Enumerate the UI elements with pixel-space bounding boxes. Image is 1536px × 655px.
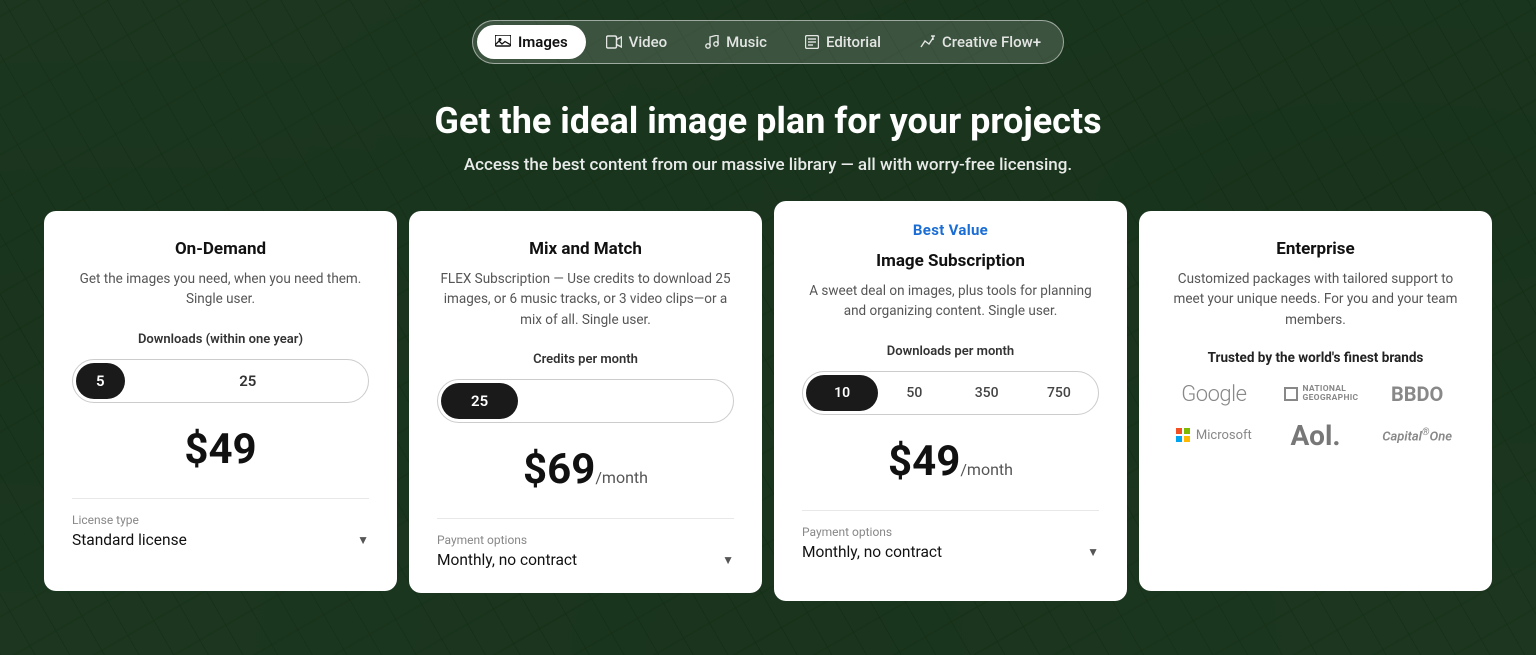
mix-match-desc: FLEX Subscription — Use credits to downl… <box>437 269 734 330</box>
tab-images-label: Images <box>518 33 568 51</box>
on-demand-dropdown-select[interactable]: Standard license ▼ <box>72 531 369 549</box>
plan-on-demand: On-Demand Get the images you need, when … <box>44 211 397 591</box>
image-sub-option-50[interactable]: 50 <box>878 375 950 411</box>
creative-flow-icon <box>919 35 935 49</box>
trusted-label: Trusted by the world's finest brands <box>1167 350 1464 366</box>
brand-capital-one: Capital®One <box>1382 427 1452 444</box>
images-icon <box>495 35 511 49</box>
hero-subtitle: Access the best content from our massive… <box>464 155 1072 175</box>
tab-images[interactable]: Images <box>477 25 586 59</box>
image-sub-selector-label: Downloads per month <box>802 344 1099 359</box>
mix-match-selector[interactable]: 25 <box>437 379 734 423</box>
tab-editorial[interactable]: Editorial <box>787 25 899 59</box>
pricing-cards: On-Demand Get the images you need, when … <box>38 211 1498 601</box>
on-demand-dropdown: License type Standard license ▼ <box>72 498 369 549</box>
mix-match-dropdown-label: Payment options <box>437 533 734 547</box>
image-sub-dropdown-label: Payment options <box>802 525 1099 539</box>
image-sub-selector[interactable]: 10 50 350 750 <box>802 371 1099 415</box>
image-sub-dropdown-arrow: ▼ <box>1087 545 1099 559</box>
page-wrapper: Images Video Music <box>0 0 1536 655</box>
on-demand-option-25[interactable]: 25 <box>128 360 368 402</box>
image-sub-desc: A sweet deal on images, plus tools for p… <box>802 281 1099 322</box>
brand-nat-geo: NATIONAL GEOGRAPHIC <box>1284 385 1346 404</box>
tab-video-label: Video <box>629 33 668 51</box>
brand-bbdo: BBDO <box>1391 382 1443 406</box>
nat-geo-text: NATIONAL GEOGRAPHIC <box>1302 385 1346 404</box>
plan-enterprise: Enterprise Customized packages with tail… <box>1139 211 1492 591</box>
tab-music[interactable]: Music <box>687 25 785 59</box>
tab-music-label: Music <box>726 33 767 51</box>
mix-match-title: Mix and Match <box>437 239 734 259</box>
mix-match-dropdown-select[interactable]: Monthly, no contract ▼ <box>437 551 734 569</box>
plan-mix-and-match: Mix and Match FLEX Subscription — Use cr… <box>409 211 762 593</box>
tab-creative-flow[interactable]: Creative Flow+ <box>901 25 1059 59</box>
music-icon <box>705 35 719 49</box>
image-sub-dropdown-select[interactable]: Monthly, no contract ▼ <box>802 543 1099 561</box>
mix-match-price-period: /month <box>595 468 648 487</box>
image-sub-option-10[interactable]: 10 <box>806 375 878 411</box>
brand-aol: Aol. <box>1291 419 1341 452</box>
ms-grid-icon <box>1176 428 1190 442</box>
mix-match-dropdown-arrow: ▼ <box>722 553 734 567</box>
brand-microsoft: Microsoft <box>1176 428 1252 443</box>
mix-match-price: $69 <box>523 445 595 494</box>
mix-match-payment-value: Monthly, no contract <box>437 551 577 569</box>
on-demand-selector-label: Downloads (within one year) <box>72 332 369 347</box>
on-demand-price: $49 <box>184 425 256 474</box>
on-demand-license-value: Standard license <box>72 531 187 549</box>
on-demand-desc: Get the images you need, when you need t… <box>72 269 369 310</box>
best-value-badge: Best Value <box>802 221 1099 239</box>
mix-match-selector-label: Credits per month <box>437 352 734 367</box>
ms-text: Microsoft <box>1196 428 1252 443</box>
nav-tabs: Images Video Music <box>472 20 1064 64</box>
mix-match-option-25[interactable]: 25 <box>441 383 518 419</box>
nat-geo-box <box>1284 387 1298 401</box>
video-icon <box>606 35 622 49</box>
enterprise-title: Enterprise <box>1167 239 1464 259</box>
on-demand-price-block: $49 <box>72 425 369 474</box>
tab-editorial-label: Editorial <box>826 33 881 51</box>
enterprise-desc: Customized packages with tailored suppor… <box>1167 269 1464 330</box>
image-sub-option-350[interactable]: 350 <box>951 375 1023 411</box>
brand-grid: Google NATIONAL GEOGRAPHIC BBDO Microsof… <box>1167 382 1464 452</box>
hero-title: Get the ideal image plan for your projec… <box>434 100 1101 143</box>
tab-creative-flow-label: Creative Flow+ <box>942 33 1041 51</box>
on-demand-title: On-Demand <box>72 239 369 259</box>
image-sub-price-period: /month <box>960 460 1013 479</box>
mix-match-price-block: $69/month <box>437 445 734 494</box>
image-sub-option-750[interactable]: 750 <box>1023 375 1095 411</box>
on-demand-selector[interactable]: 5 25 <box>72 359 369 403</box>
image-sub-title: Image Subscription <box>802 251 1099 271</box>
image-sub-price: $49 <box>888 437 960 486</box>
on-demand-dropdown-arrow: ▼ <box>357 533 369 547</box>
on-demand-option-5[interactable]: 5 <box>76 363 125 399</box>
editorial-icon <box>805 35 819 49</box>
plan-image-subscription: Best Value Image Subscription A sweet de… <box>774 201 1127 601</box>
image-sub-price-block: $49/month <box>802 437 1099 486</box>
mix-match-dropdown: Payment options Monthly, no contract ▼ <box>437 518 734 569</box>
brand-google: Google <box>1181 382 1246 407</box>
image-sub-payment-value: Monthly, no contract <box>802 543 942 561</box>
image-sub-dropdown: Payment options Monthly, no contract ▼ <box>802 510 1099 561</box>
on-demand-dropdown-label: License type <box>72 513 369 527</box>
tab-video[interactable]: Video <box>588 25 686 59</box>
